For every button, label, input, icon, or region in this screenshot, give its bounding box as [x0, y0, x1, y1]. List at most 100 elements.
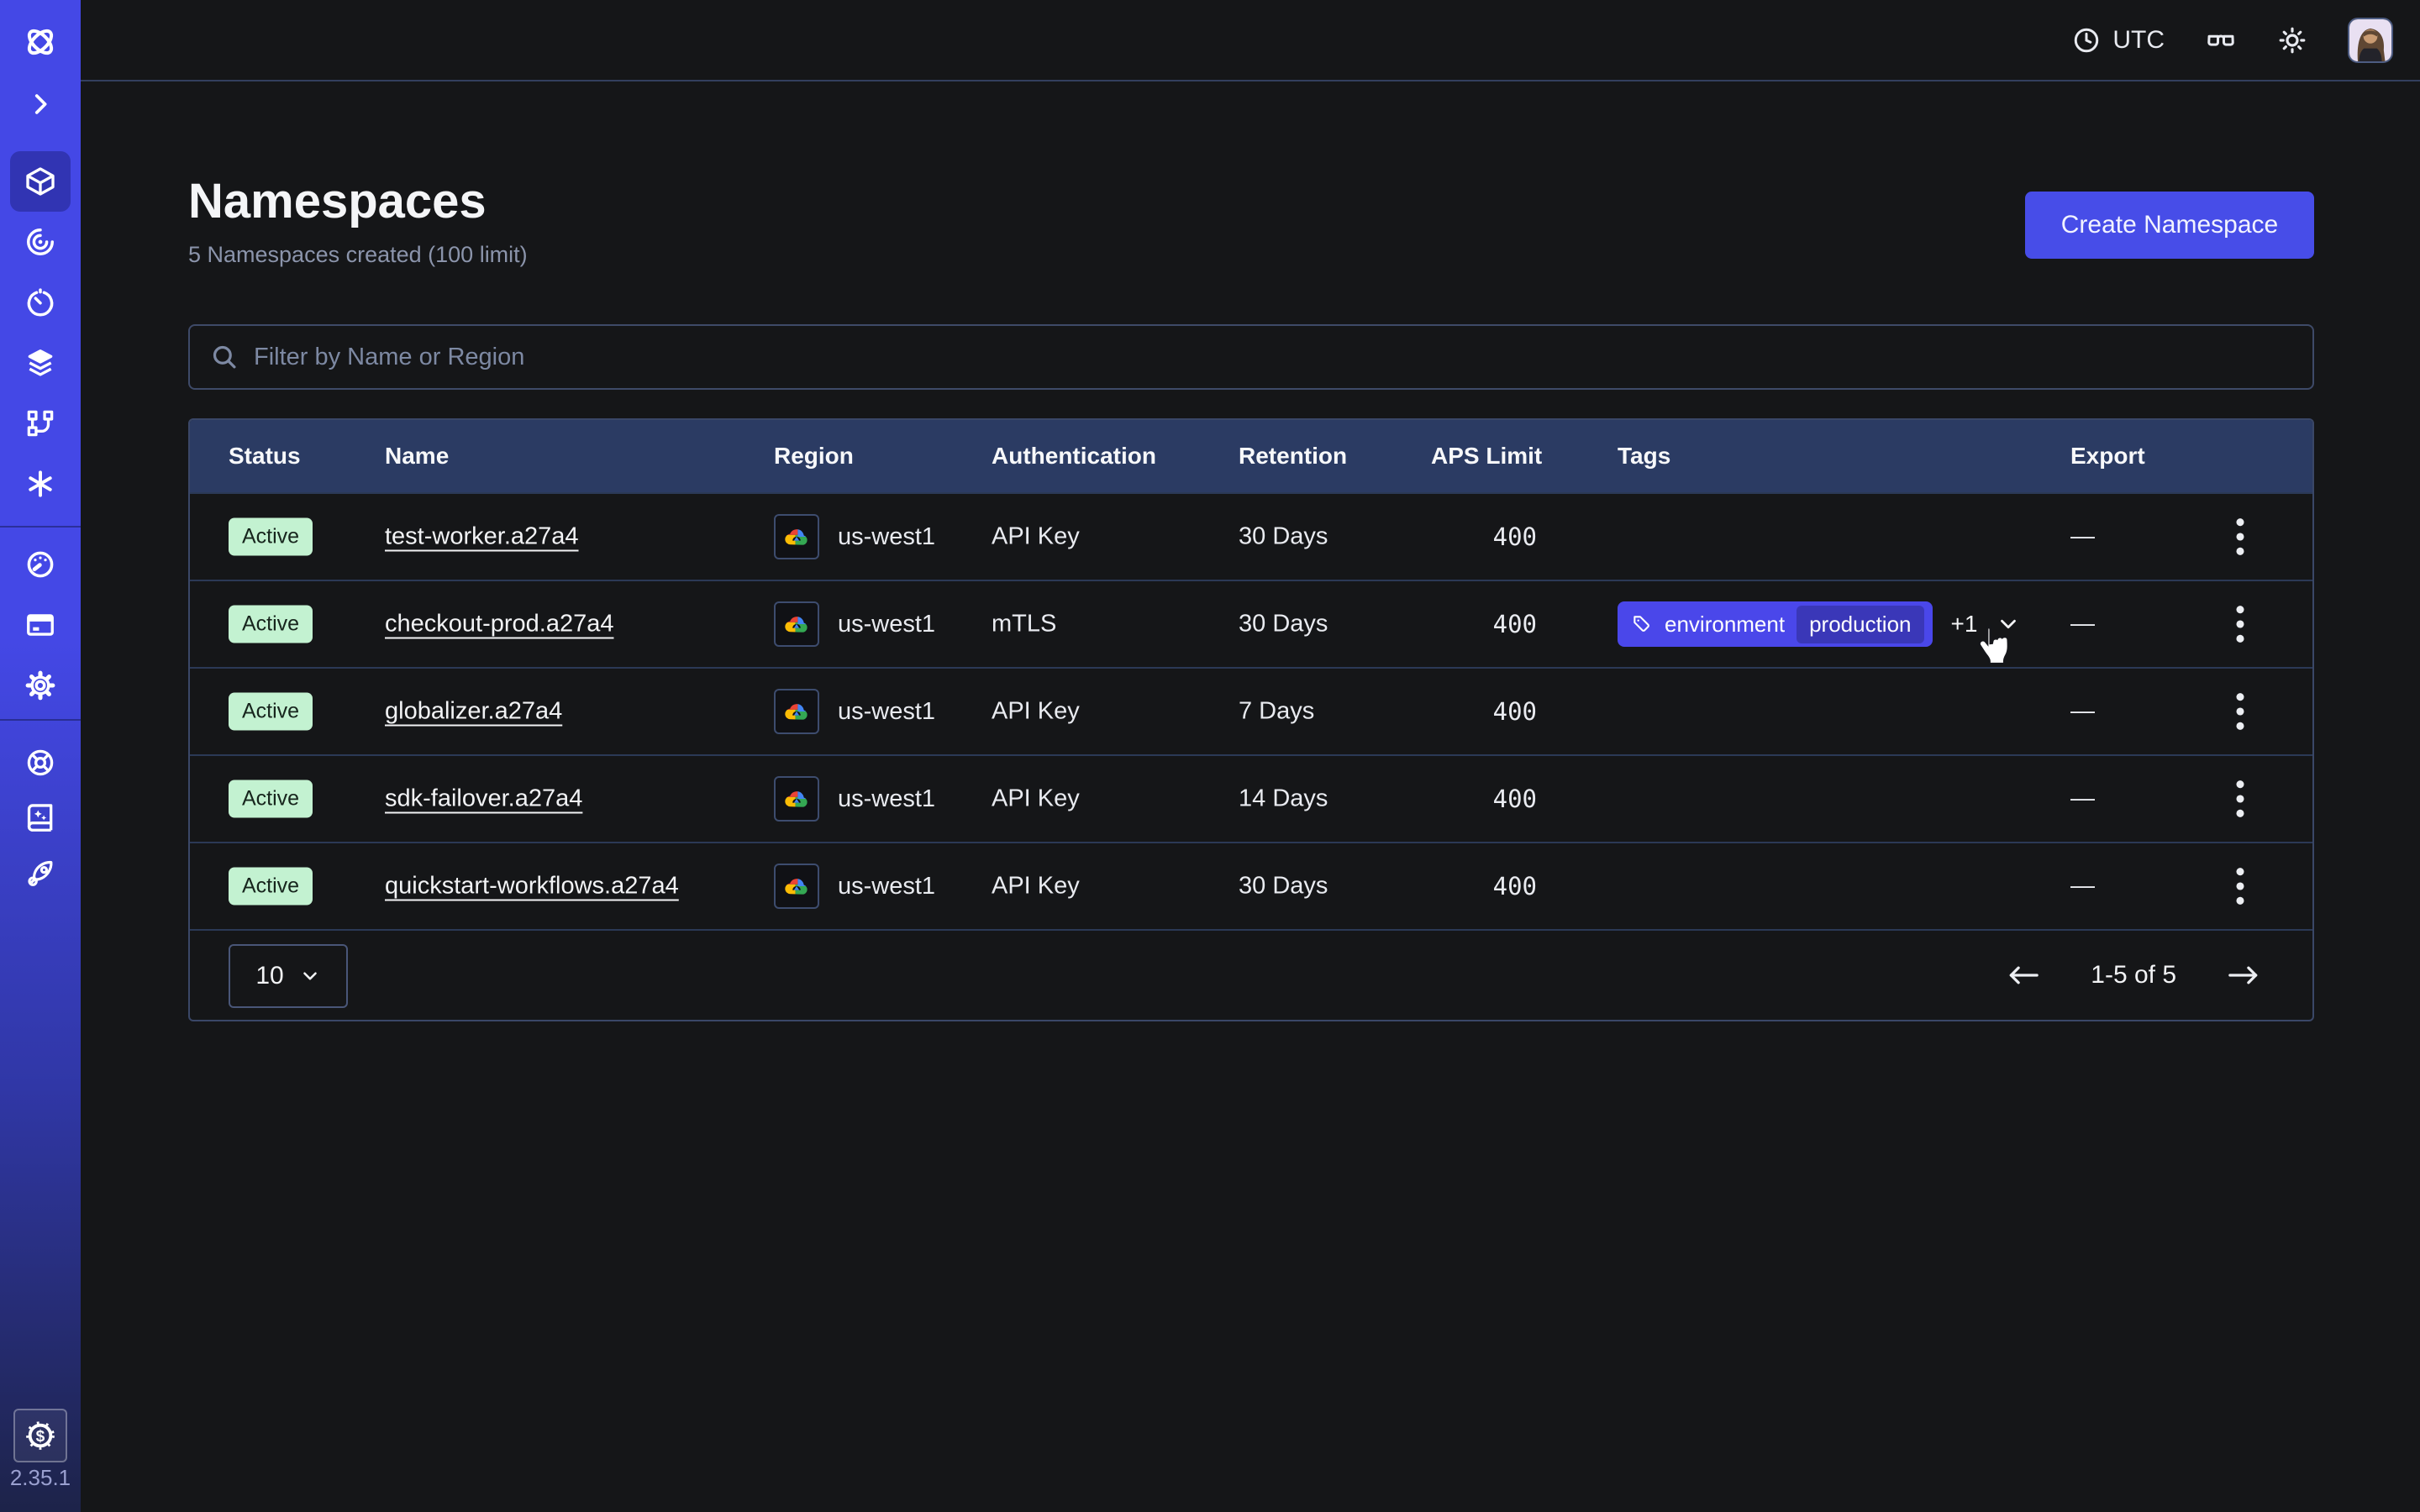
asterisk-icon	[24, 468, 56, 500]
avatar-image	[2349, 19, 2391, 61]
sidebar-item-nexus[interactable]	[0, 454, 81, 514]
status-badge: Active	[229, 606, 313, 643]
export-value: —	[2070, 698, 2095, 726]
aps-limit-value: 400	[1431, 697, 1537, 726]
sidebar-item-docs[interactable]	[0, 790, 81, 846]
gcp-logo-icon	[782, 697, 811, 726]
table-header: Status Name Region Authentication Retent…	[190, 420, 2312, 492]
region-label: us-west1	[838, 698, 935, 726]
tags-expand-chevron-icon[interactable]	[1996, 612, 2021, 637]
kebab-menu-icon	[2234, 866, 2246, 906]
aps-limit-value: 400	[1431, 610, 1537, 638]
create-namespace-button[interactable]: Create Namespace	[2025, 192, 2314, 259]
retention-value: 30 Days	[1239, 611, 1328, 638]
page-subtitle: 5 Namespaces created (100 limit)	[188, 242, 528, 268]
column-name: Name	[385, 443, 449, 470]
gcp-region-icon	[774, 689, 819, 734]
gear-icon	[24, 669, 56, 701]
retention-value: 30 Days	[1239, 873, 1328, 900]
chevron-right-icon	[26, 90, 55, 118]
sidebar-item-batch[interactable]	[0, 393, 81, 454]
aps-limit-value: 400	[1431, 785, 1537, 813]
page-size-select[interactable]: 10	[229, 944, 348, 1008]
lifebuoy-icon	[24, 747, 56, 779]
arrow-left-icon	[2005, 963, 2042, 988]
status-badge: Active	[229, 780, 313, 818]
sidebar-item-schedules[interactable]	[0, 272, 81, 333]
next-page-button[interactable]	[2225, 963, 2262, 988]
row-menu-button[interactable]	[2220, 685, 2260, 738]
kebab-menu-icon	[2234, 779, 2246, 819]
temporal-logo[interactable]	[0, 12, 81, 72]
row-menu-button[interactable]	[2220, 597, 2260, 651]
tags-overflow: +1	[1951, 611, 1978, 638]
retention-value: 14 Days	[1239, 785, 1328, 813]
gauge-icon	[24, 549, 56, 580]
status-badge: Active	[229, 868, 313, 906]
prev-page-button[interactable]	[2005, 963, 2042, 988]
sidebar-item-usage[interactable]	[0, 534, 81, 595]
sidebar-item-workflows[interactable]	[0, 212, 81, 272]
namespace-link[interactable]: globalizer.a27a4	[385, 698, 562, 726]
table-body: Active test-worker.a27a4 us-west1 API Ke…	[190, 492, 2312, 929]
namespaces-table: Status Name Region Authentication Retent…	[188, 418, 2314, 1021]
timezone-button[interactable]: UTC	[2072, 26, 2165, 55]
timer-icon	[24, 286, 56, 318]
column-region: Region	[774, 443, 854, 470]
version-label: 2.35.1	[0, 1465, 81, 1491]
branch-icon	[24, 407, 56, 439]
sidebar-expand-button[interactable]	[0, 74, 81, 134]
column-retention: Retention	[1239, 443, 1347, 470]
filter-input[interactable]	[254, 344, 2292, 371]
table-row: Active globalizer.a27a4 us-west1 API Key	[190, 667, 2312, 754]
user-avatar[interactable]	[2348, 18, 2393, 63]
rocket-icon	[24, 858, 56, 890]
namespace-link[interactable]: quickstart-workflows.a27a4	[385, 873, 679, 900]
labs-button[interactable]	[2205, 24, 2237, 56]
column-authentication: Authentication	[992, 443, 1156, 470]
row-menu-button[interactable]	[2220, 859, 2260, 913]
export-value: —	[2070, 873, 2095, 900]
sidebar-divider	[0, 719, 81, 721]
tag-chip[interactable]: environment production	[1618, 601, 1933, 647]
card-icon	[24, 609, 56, 641]
sidebar-item-settings[interactable]	[0, 655, 81, 716]
tag-value: production	[1797, 606, 1923, 643]
topbar: UTC	[81, 0, 2420, 81]
table-row: Active quickstart-workflows.a27a4 us-wes…	[190, 842, 2312, 929]
auth-value: API Key	[992, 873, 1080, 900]
sidebar-item-pricing[interactable]: $	[13, 1409, 67, 1462]
gcp-region-icon	[774, 864, 819, 909]
namespace-link[interactable]: test-worker.a27a4	[385, 523, 579, 551]
layers-icon	[24, 347, 56, 379]
column-tags: Tags	[1618, 443, 1670, 470]
gcp-region-icon	[774, 514, 819, 559]
row-menu-button[interactable]	[2220, 510, 2260, 564]
region-label: us-west1	[838, 523, 935, 551]
sidebar-divider	[0, 526, 81, 528]
region-label: us-west1	[838, 873, 935, 900]
sidebar-item-deployments[interactable]	[0, 333, 81, 393]
theme-toggle-button[interactable]	[2277, 25, 2307, 55]
swirl-icon	[24, 226, 56, 258]
sidebar-item-namespaces[interactable]	[0, 151, 81, 212]
region-label: us-west1	[838, 785, 935, 813]
row-menu-button[interactable]	[2220, 772, 2260, 826]
namespace-link[interactable]: checkout-prod.a27a4	[385, 611, 613, 638]
cube-icon	[24, 165, 57, 198]
column-status: Status	[229, 443, 301, 470]
aps-limit-value: 400	[1431, 522, 1537, 551]
retention-value: 30 Days	[1239, 523, 1328, 551]
sidebar-item-getting-started[interactable]	[0, 846, 81, 901]
gcp-logo-icon	[782, 610, 811, 638]
column-export: Export	[2070, 443, 2145, 470]
sidebar-item-billing[interactable]	[0, 595, 81, 655]
auth-value: API Key	[992, 785, 1080, 813]
sidebar-item-support[interactable]	[0, 735, 81, 790]
kebab-menu-icon	[2234, 517, 2246, 557]
timezone-label: UTC	[2112, 26, 2165, 55]
page-size-value: 10	[255, 962, 283, 990]
arrow-right-icon	[2225, 963, 2262, 988]
gcp-region-icon	[774, 601, 819, 647]
namespace-link[interactable]: sdk-failover.a27a4	[385, 785, 582, 813]
